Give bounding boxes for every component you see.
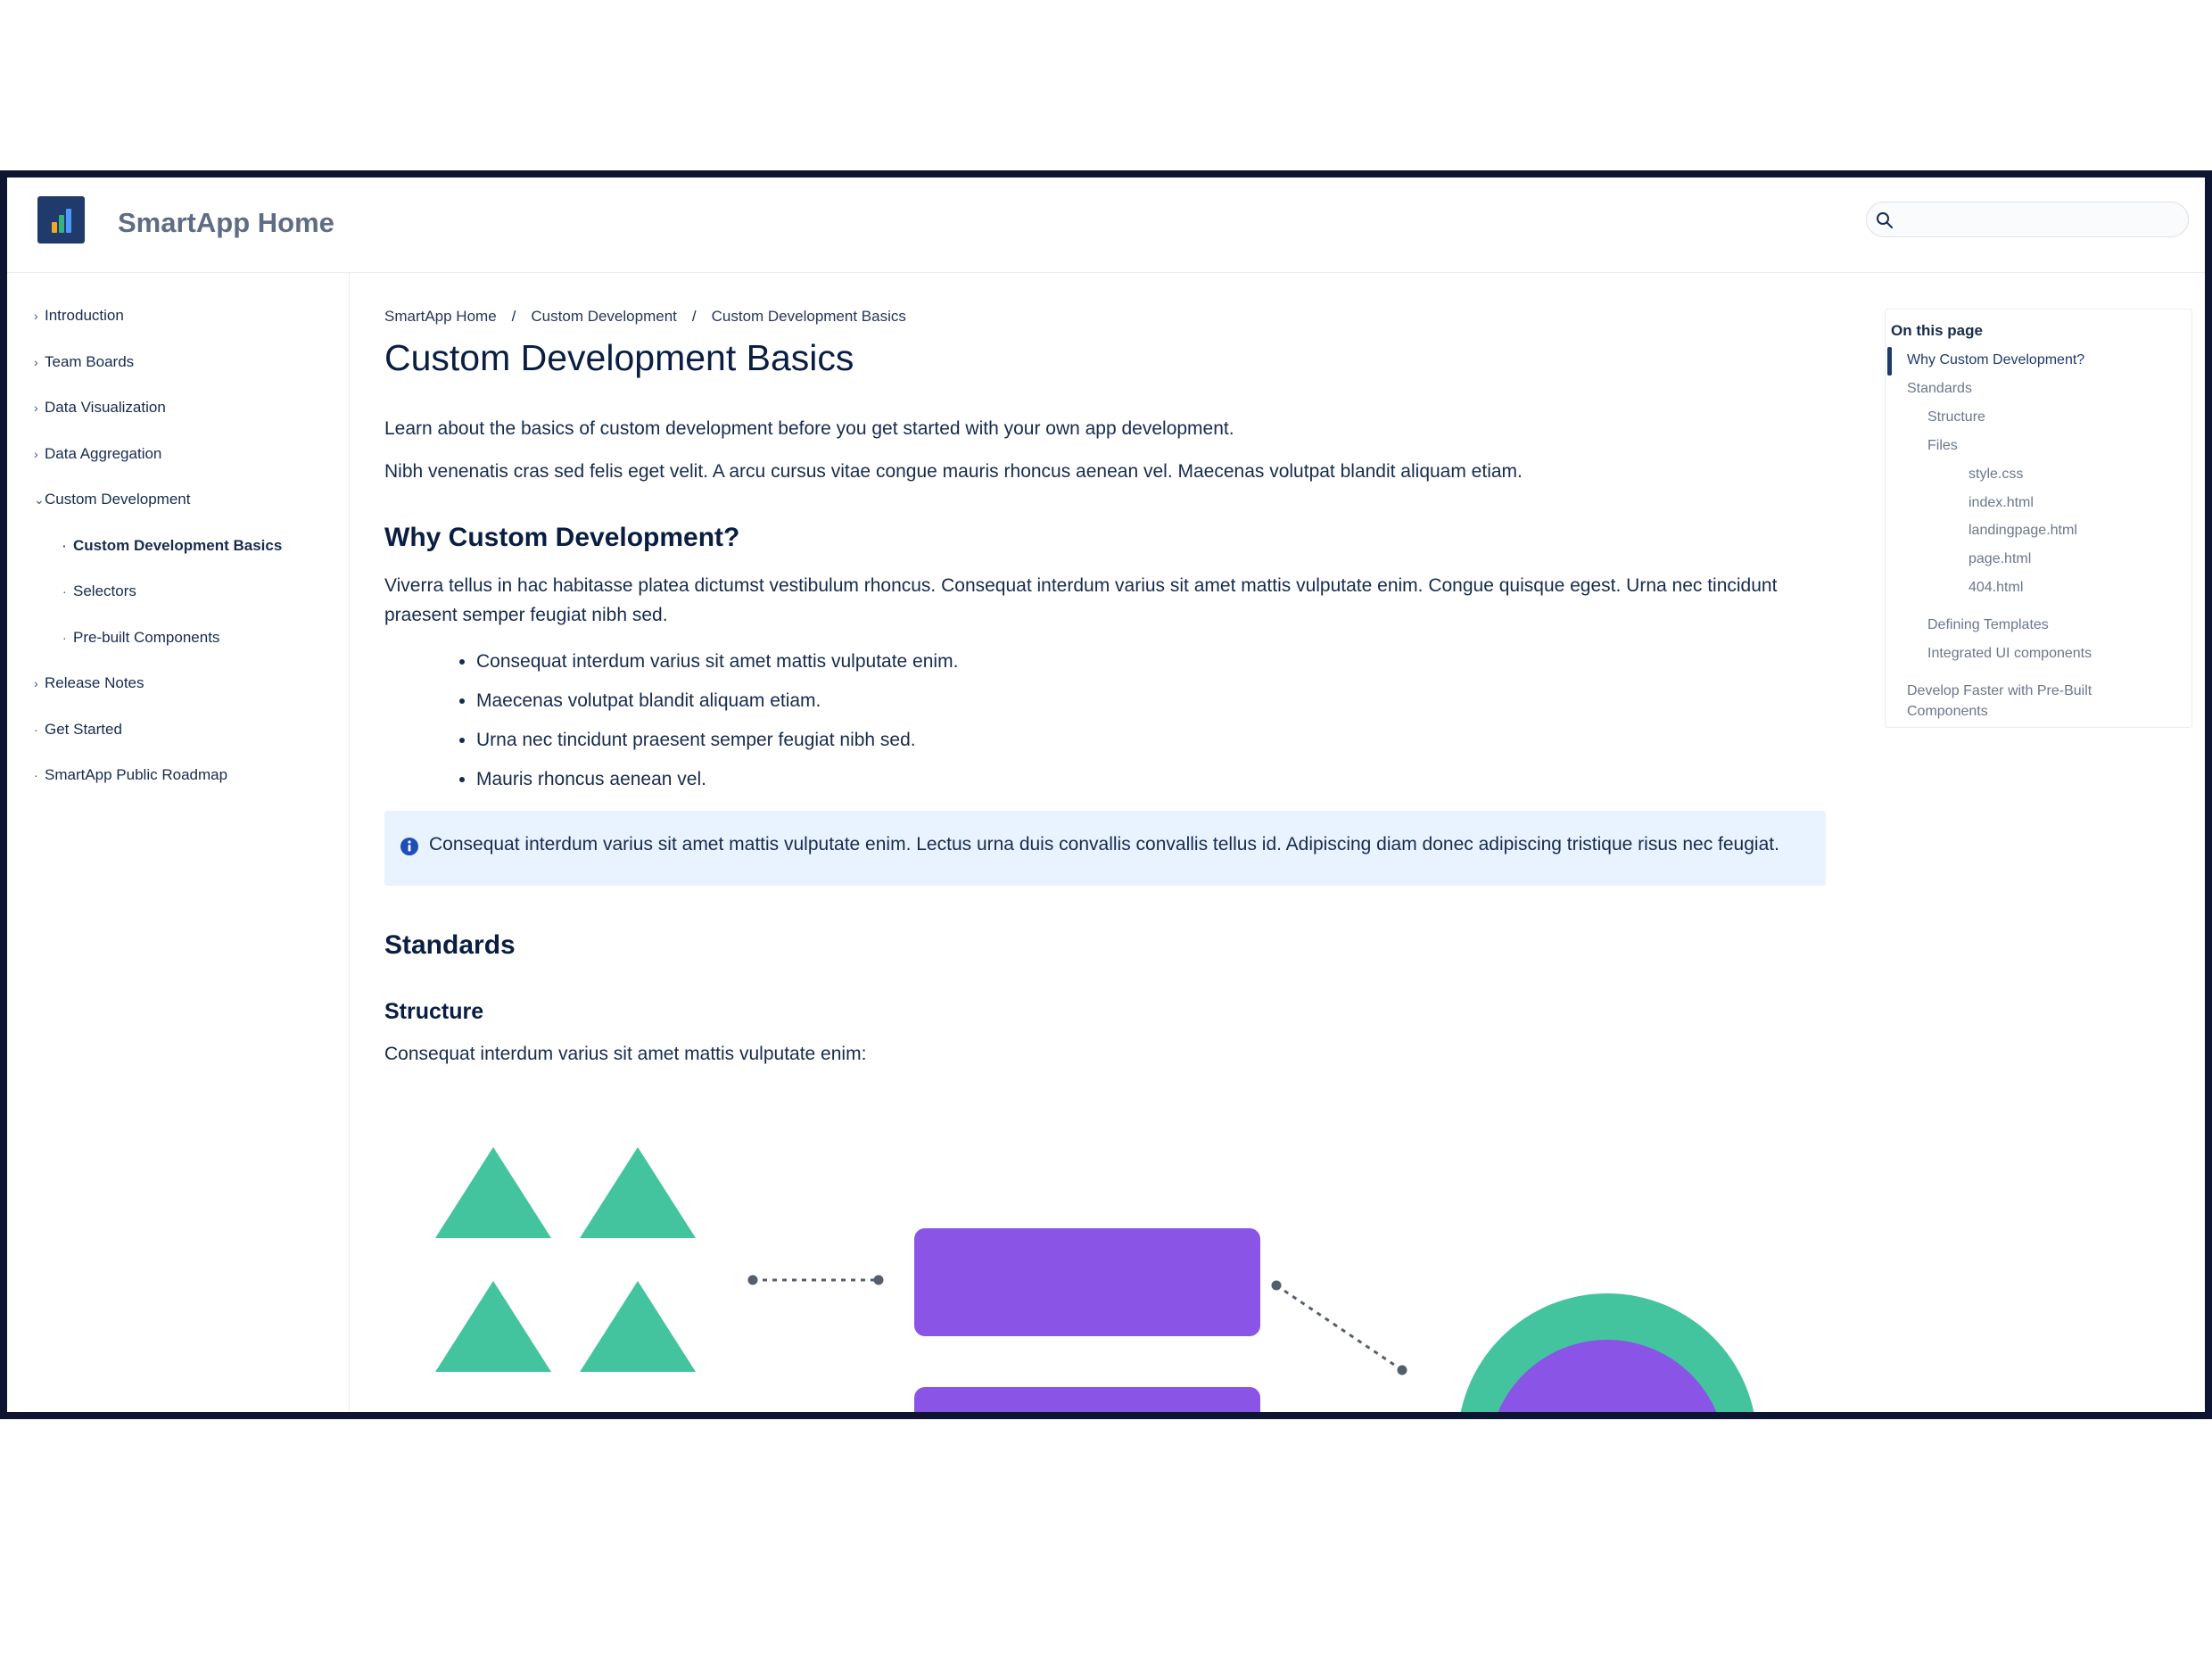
sidebar-item-label: SmartApp Public Roadmap [45, 766, 228, 783]
sidebar-item-label: Get Started [45, 721, 122, 738]
section-heading-structure: Structure [384, 999, 484, 1024]
toc-item-index-html[interactable]: index.html [1969, 495, 2034, 511]
search-input[interactable] [1902, 206, 2174, 235]
connector-dot [747, 1275, 758, 1285]
toc-item-defining-templates[interactable]: Defining Templates [1927, 617, 2049, 633]
bullet-icon: · [62, 584, 67, 599]
intro-paragraph: Learn about the basics of custom develop… [384, 418, 1234, 439]
search-box[interactable] [1866, 202, 2189, 237]
sidebar-item-introduction[interactable]: › Introduction [34, 307, 124, 325]
sidebar-nav: › Introduction › Team Boards › Data Visuali… [7, 273, 350, 1412]
sidebar-item-selectors[interactable]: · Selectors [62, 582, 136, 600]
list-item: Maecenas volutpat blandit aliquam etiam. [476, 684, 958, 723]
toc-item-structure[interactable]: Structure [1927, 409, 1985, 425]
section-heading-standards: Standards [384, 930, 516, 960]
breadcrumb-item-current[interactable]: Custom Development Basics [712, 308, 906, 325]
chevron-right-icon: › [34, 355, 38, 369]
sidebar-item-data-visualization[interactable]: › Data Visualization [34, 399, 166, 417]
sidebar-item-label: Team Boards [45, 353, 135, 370]
list-item: Consequat interdum varius sit amet matti… [476, 645, 958, 684]
triangle-shape [435, 1147, 551, 1238]
page-title: Custom Development Basics [384, 337, 854, 378]
sidebar-item-label: Release Notes [45, 674, 144, 691]
toc-item-why-custom-development[interactable]: Why Custom Development? [1907, 352, 2084, 368]
sidebar-item-label: Introduction [45, 307, 124, 324]
top-header: SmartApp Home [7, 178, 2205, 273]
toc-item-standards[interactable]: Standards [1907, 381, 1972, 397]
body-paragraph: Nibh venenatis cras sed felis eget velit… [384, 461, 1523, 482]
bar-chart-logo-icon[interactable] [37, 196, 85, 244]
breadcrumb-item-home[interactable]: SmartApp Home [384, 308, 497, 325]
sidebar-item-label: Selectors [73, 582, 136, 599]
sidebar-item-label: Data Visualization [45, 399, 166, 416]
info-panel-text: Consequat interdum varius sit amet matti… [429, 834, 1779, 855]
sidebar-item-label: Data Aggregation [45, 445, 162, 462]
chevron-right-icon: › [34, 401, 38, 415]
info-panel: Consequat interdum varius sit amet matti… [384, 811, 1826, 886]
sidebar-item-team-boards[interactable]: › Team Boards [34, 353, 134, 371]
toc-item-files[interactable]: Files [1927, 438, 1958, 454]
toc-item-develop-faster-cont[interactable]: Components [1907, 704, 1988, 720]
toc-item-integrated-ui-components[interactable]: Integrated UI components [1927, 646, 2092, 662]
sidebar-item-data-aggregation[interactable]: › Data Aggregation [34, 445, 161, 463]
sidebar-item-release-notes[interactable]: › Release Notes [34, 674, 144, 692]
chevron-right-icon: › [34, 676, 38, 690]
list-item: Mauris rhoncus aenean vel. [476, 763, 958, 802]
sidebar-item-label: Custom Development [45, 491, 191, 508]
breadcrumb: SmartApp Home / Custom Development / Custom … [384, 308, 906, 326]
toc-active-indicator [1887, 347, 1892, 376]
breadcrumb-separator: / [691, 308, 697, 325]
structure-diagram-graphic [435, 1147, 1754, 1412]
bullet-list-container: Consequat interdum varius sit amet matti… [384, 645, 1812, 805]
bullet-icon: · [62, 631, 67, 645]
triangle-shape [580, 1147, 696, 1238]
toc-item-page-html[interactable]: page.html [1969, 551, 2031, 567]
info-icon [400, 838, 418, 855]
breadcrumb-item-custom-development[interactable]: Custom Development [531, 308, 676, 325]
site-title[interactable]: SmartApp Home [118, 207, 334, 239]
chevron-right-icon: › [34, 447, 38, 461]
sidebar-item-get-started[interactable]: · Get Started [34, 721, 122, 739]
on-this-page-panel: On this page Why Custom Development? Sta… [1885, 309, 2192, 728]
app-window: SmartApp Home › Introduction › Team Boards… [0, 170, 2212, 1419]
toc-item-develop-faster[interactable]: Develop Faster with Pre-Built [1907, 683, 2092, 699]
block-shape [914, 1387, 1260, 1412]
structure-paragraph: Consequat interdum varius sit amet matti… [384, 1044, 867, 1064]
connector-dot [1271, 1280, 1282, 1291]
block-shape [914, 1228, 1260, 1336]
triangle-shape [435, 1281, 551, 1372]
bullet-icon: · [34, 768, 38, 782]
section-heading-why: Why Custom Development? [384, 523, 740, 552]
sidebar-item-custom-development-basics[interactable]: · Custom Development Basics [62, 537, 282, 555]
dashed-connector [1275, 1284, 1403, 1372]
why-paragraph: Viverra tellus in hac habitasse platea d… [384, 575, 1778, 625]
breadcrumb-separator: / [511, 308, 516, 325]
toc-item-404-html[interactable]: 404.html [1969, 580, 2023, 596]
structure-diagram [384, 1120, 1812, 1412]
sidebar-item-label: Pre-built Components [73, 629, 220, 646]
connector-dot [873, 1275, 884, 1285]
bullet-icon: · [62, 539, 67, 553]
connector-dot [1397, 1365, 1407, 1375]
triangle-shape [580, 1281, 696, 1372]
sidebar-item-pre-built-components[interactable]: · Pre-built Components [62, 629, 219, 647]
sidebar-item-label: Custom Development Basics [73, 537, 283, 554]
chevron-down-icon: ⌄ [34, 492, 45, 507]
sidebar-item-smartapp-public-roadmap[interactable]: · SmartApp Public Roadmap [34, 766, 227, 784]
bullet-icon: · [34, 723, 38, 737]
list-item: Urna nec tincidunt praesent semper feugi… [476, 723, 958, 763]
bullet-list: Consequat interdum varius sit amet matti… [384, 645, 958, 802]
sidebar-item-custom-development[interactable]: ⌄Custom Development [34, 491, 190, 508]
toc-item-landingpage-html[interactable]: landingpage.html [1969, 523, 2077, 539]
chevron-right-icon: › [34, 309, 38, 323]
toc-item-style-css[interactable]: style.css [1969, 467, 2023, 483]
search-icon [1877, 212, 1893, 228]
toc-title: On this page [1891, 322, 1983, 339]
